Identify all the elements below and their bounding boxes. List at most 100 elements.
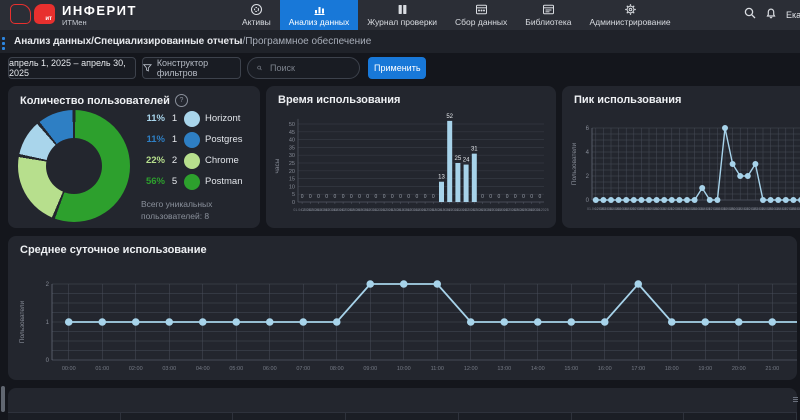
search-icon[interactable] <box>744 6 756 24</box>
legend-item-postman[interactable]: 56%5Postman <box>141 171 259 192</box>
breadcrumb: Анализ данных/Специализированные отчеты/… <box>0 30 800 53</box>
svg-text:10:00: 10:00 <box>397 366 411 372</box>
legend-name: Postman <box>205 176 243 187</box>
svg-text:28.04.2025: 28.04.2025 <box>792 207 800 211</box>
svg-text:0: 0 <box>358 194 361 200</box>
date-range-input[interactable]: апрель 1, 2025 – апрель 30, 2025 <box>8 57 136 79</box>
logo-red-icon: ит <box>34 4 55 24</box>
nav-item-5[interactable]: Администрирование <box>581 0 680 30</box>
svg-text:03:00: 03:00 <box>162 366 176 372</box>
svg-text:0: 0 <box>489 194 492 200</box>
svg-text:05:00: 05:00 <box>229 366 243 372</box>
user-name[interactable]: Екатерина <box>786 10 800 20</box>
svg-text:04:00: 04:00 <box>196 366 210 372</box>
brand-logo: ит <box>10 4 55 24</box>
svg-text:2: 2 <box>586 174 590 180</box>
breadcrumb-tail[interactable]: /Программное обеспечение <box>242 36 371 47</box>
svg-text:17:00: 17:00 <box>631 366 645 372</box>
logo-outline-icon <box>10 4 31 24</box>
legend-name: Horizont <box>205 113 240 124</box>
svg-text:0: 0 <box>530 194 533 200</box>
nav-item-2[interactable]: Журнал проверки <box>358 0 446 30</box>
svg-text:12:00: 12:00 <box>464 366 478 372</box>
svg-text:Пользователи: Пользователи <box>19 300 26 343</box>
main-nav: Активы Анализ данных Журнал проверки Сбор д… <box>233 0 680 30</box>
brand-subtitle: ИТМен <box>62 19 137 27</box>
nav-item-label: Анализ данных <box>289 17 350 27</box>
bell-icon[interactable] <box>765 6 777 24</box>
nav-item-label: Администрирование <box>590 17 671 27</box>
svg-text:30.04.2025: 30.04.2025 <box>531 208 549 212</box>
nav-item-0[interactable]: Активы <box>233 0 280 30</box>
svg-text:24: 24 <box>463 158 470 164</box>
top-right-actions: Екатерина <box>744 0 800 30</box>
svg-text:16:00: 16:00 <box>598 366 612 372</box>
legend-item-postgres[interactable]: 11%1Postgres <box>141 129 259 150</box>
svg-text:0: 0 <box>317 194 320 200</box>
svg-text:10: 10 <box>289 184 295 190</box>
svg-text:09:00: 09:00 <box>363 366 377 372</box>
svg-text:19:00: 19:00 <box>698 366 712 372</box>
svg-text:31: 31 <box>471 147 478 153</box>
svg-text:08:00: 08:00 <box>330 366 344 372</box>
legend-percent: 22% <box>141 155 165 166</box>
legend-count: 1 <box>170 113 179 124</box>
search-input[interactable] <box>268 62 350 74</box>
svg-text:5: 5 <box>292 192 295 198</box>
journal-icon <box>396 3 409 16</box>
nav-item-label: Активы <box>242 17 271 27</box>
help-icon[interactable]: ? <box>175 94 188 107</box>
donut-legend: 11%1Horizont11%1Postgres22%2Chrome56%5Po… <box>141 108 259 223</box>
nav-item-label: Журнал проверки <box>367 17 437 27</box>
gear-icon <box>624 3 637 16</box>
scrollbar-thumb[interactable] <box>1 386 5 412</box>
svg-text:40: 40 <box>289 138 295 144</box>
svg-text:0: 0 <box>432 194 435 200</box>
svg-text:6: 6 <box>586 126 590 132</box>
svg-text:21:00: 21:00 <box>765 366 779 372</box>
svg-text:0: 0 <box>342 194 345 200</box>
svg-text:0: 0 <box>481 194 484 200</box>
scroll-indicator[interactable] <box>2 37 5 52</box>
legend-item-horizont[interactable]: 11%1Horizont <box>141 108 259 129</box>
svg-text:20: 20 <box>289 169 295 175</box>
bar-chart-icon <box>313 3 326 16</box>
svg-text:35: 35 <box>289 145 295 151</box>
svg-text:0: 0 <box>498 194 501 200</box>
svg-text:13:00: 13:00 <box>497 366 511 372</box>
legend-percent: 11% <box>141 134 165 145</box>
legend-footer: Всего уникальных пользователей: 8 <box>141 199 259 223</box>
nav-item-3[interactable]: Сбор данных <box>446 0 516 30</box>
brand-name: ИНФЕРИТ <box>62 4 137 17</box>
svg-text:02:00: 02:00 <box>129 366 143 372</box>
legend-count: 5 <box>170 176 179 187</box>
legend-count: 1 <box>170 134 179 145</box>
line-chart-daily: 012Пользователи00:0001:0002:0003:0004:00… <box>16 256 797 378</box>
svg-text:01:00: 01:00 <box>95 366 109 372</box>
svg-text:0: 0 <box>309 194 312 200</box>
nav-item-label: Сбор данных <box>455 17 507 27</box>
svg-text:0: 0 <box>301 194 304 200</box>
top-bar: ит ИНФЕРИТ ИТМен Активы Анализ данных Журн… <box>0 0 800 30</box>
search-field <box>247 57 360 79</box>
svg-text:45: 45 <box>289 130 295 136</box>
apply-button[interactable]: Применить <box>368 57 426 79</box>
funnel-icon <box>143 63 152 73</box>
nav-item-4[interactable]: Библиотека <box>516 0 580 30</box>
breadcrumb-main[interactable]: Анализ данных/Специализированные отчеты <box>14 36 242 47</box>
assets-icon <box>250 3 263 16</box>
legend-item-chrome[interactable]: 22%2Chrome <box>141 150 259 171</box>
panel-user-count: Количество пользователей ? 11%1Horizont1… <box>8 86 260 228</box>
panel-title: Пик использования <box>574 94 681 106</box>
svg-text:06:00: 06:00 <box>263 366 277 372</box>
nav-item-1[interactable]: Анализ данных <box>280 0 359 30</box>
svg-text:25: 25 <box>455 156 462 162</box>
legend-name: Chrome <box>205 155 239 166</box>
svg-text:30: 30 <box>289 153 295 159</box>
svg-text:07:00: 07:00 <box>296 366 310 372</box>
resize-handle-icon[interactable] <box>793 397 798 403</box>
svg-text:00:00: 00:00 <box>62 366 76 372</box>
line-chart-peak: 0246Пользователи01.04.202502.04.202503.0… <box>568 106 800 224</box>
filter-builder-button[interactable]: Конструктор фильтров <box>142 57 241 79</box>
svg-text:2: 2 <box>46 282 50 288</box>
